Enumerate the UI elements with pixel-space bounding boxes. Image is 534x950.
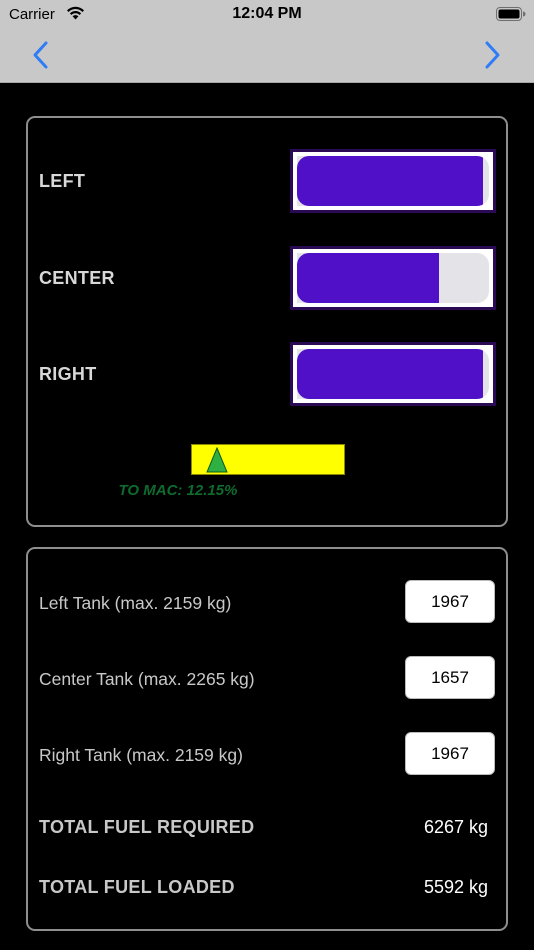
tank-label-right: RIGHT [39,364,97,384]
status-time: 12:04 PM [232,5,302,22]
center-tank-input[interactable] [405,656,495,699]
right-tank-gauge-fill [297,349,484,399]
tank-label-left: LEFT [39,171,86,191]
left-tank-label: Left Tank (max. 2159 kg) [39,593,232,613]
fuel-entry-panel: Left Tank (max. 2159 kg) Center Tank (ma… [26,547,508,931]
mac-percentage-label: TO MAC: 12.15% [118,482,238,499]
total-fuel-required-value: 6267 kg [423,817,488,837]
right-tank-input[interactable] [405,732,495,775]
cg-marker-triangle-icon [206,447,229,473]
center-tank-gauge [290,246,496,310]
forward-button[interactable] [481,39,505,71]
right-tank-label: Right Tank (max. 2159 kg) [39,745,243,765]
total-fuel-required-label: TOTAL FUEL REQUIRED [39,817,255,837]
total-fuel-loaded-value: 5592 kg [423,877,488,897]
center-tank-gauge-fill [297,253,440,303]
tank-gauges-panel: LEFT CENTER RIGHT TO MAC: 12.15% [26,116,508,527]
navigation-bar [0,30,534,83]
back-button[interactable] [30,39,54,71]
chevron-left-icon [33,41,48,69]
tank-label-center: CENTER [39,268,115,288]
total-fuel-loaded-label: TOTAL FUEL LOADED [39,877,235,897]
battery-icon [496,7,526,21]
chevron-right-icon [485,41,500,69]
cg-indicator-bar [191,444,345,475]
right-tank-gauge [290,342,496,406]
center-tank-label: Center Tank (max. 2265 kg) [39,669,255,689]
left-tank-gauge-fill [297,156,484,206]
left-tank-gauge [290,149,496,213]
left-tank-input[interactable] [405,580,495,623]
status-bar: Carrier 12:04 PM [0,0,534,30]
